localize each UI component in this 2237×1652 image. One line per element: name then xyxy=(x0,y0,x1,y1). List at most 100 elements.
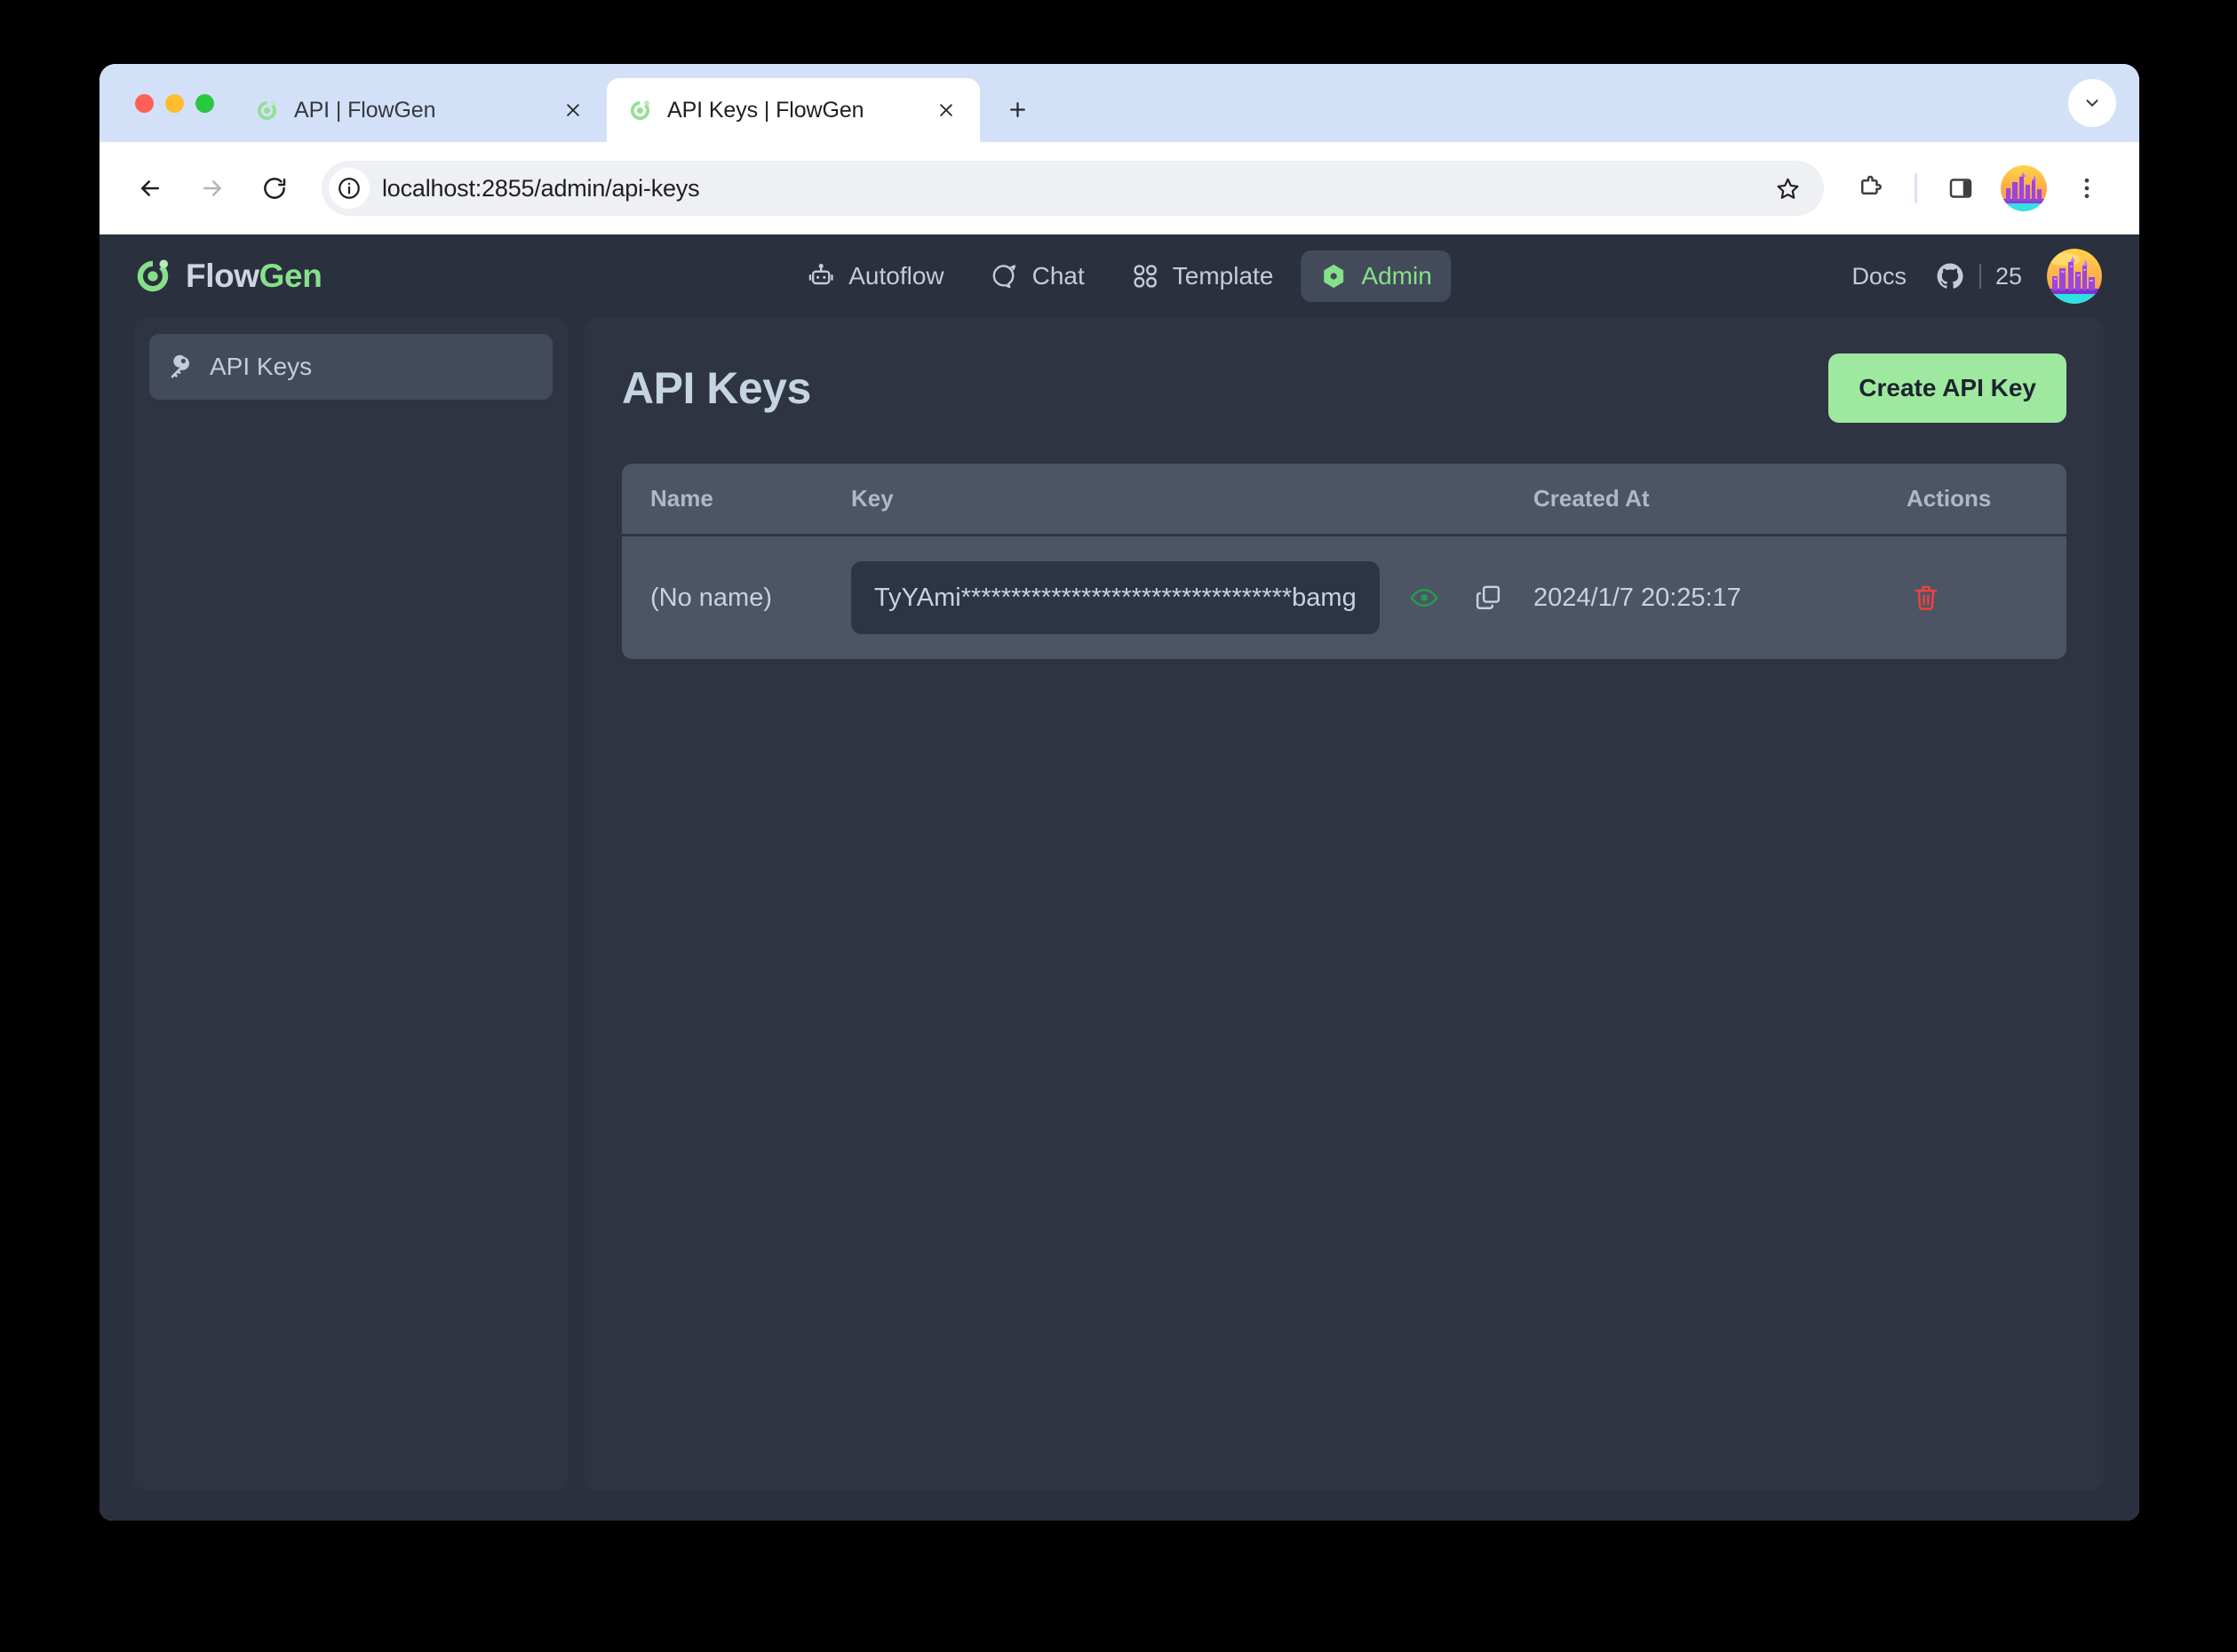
bookmark-button[interactable] xyxy=(1767,168,1808,209)
trash-icon xyxy=(1915,585,1938,610)
flowgen-favicon-icon xyxy=(630,99,650,120)
nav-item-chat-label: Chat xyxy=(1031,262,1085,290)
github-stars-link[interactable]: 25 xyxy=(1935,261,2022,291)
nav-item-template[interactable]: Template xyxy=(1112,250,1293,302)
page-title: API Keys xyxy=(622,363,811,413)
brand-logo[interactable]: FlowGen xyxy=(133,257,322,296)
flowgen-favicon-icon xyxy=(257,99,277,120)
browser-tab-1-title: API | FlowGen xyxy=(294,97,436,123)
minimize-window-button[interactable] xyxy=(165,93,184,113)
api-keys-table-body: (No name) TyYAmi************************… xyxy=(622,535,2066,660)
tab-search-button[interactable] xyxy=(2068,79,2116,127)
github-star-count: 25 xyxy=(1994,262,2022,290)
app-viewport: FlowGen Autoflow Chat Template Admin Doc… xyxy=(100,234,2139,1521)
forward-arrow-icon xyxy=(203,180,221,196)
nav-item-admin-label: Admin xyxy=(1361,262,1432,290)
cell-created-at: 2024/1/7 20:25:17 xyxy=(1533,535,1907,660)
app-navbar: FlowGen Autoflow Chat Template Admin Doc… xyxy=(100,234,2139,318)
nav-item-autoflow[interactable]: Autoflow xyxy=(788,250,962,302)
copy-key-button[interactable] xyxy=(1469,578,1508,617)
chevron-down-icon xyxy=(2086,99,2098,107)
back-arrow-icon xyxy=(141,180,159,196)
row-actions xyxy=(1907,578,2066,617)
cell-key-name: (No name) xyxy=(622,535,826,660)
toolbar-divider xyxy=(1915,173,1917,203)
browser-window: API | FlowGen API Keys | FlowGen localho… xyxy=(100,64,2139,1521)
sidebar-item-api-keys-label: API Keys xyxy=(210,353,313,380)
cell-actions xyxy=(1907,535,2066,660)
eye-icon xyxy=(1410,589,1438,608)
column-header-actions: Actions xyxy=(1907,464,2066,536)
create-api-key-button[interactable]: Create API Key xyxy=(1828,353,2066,423)
extensions-puzzle-icon xyxy=(1861,175,1882,195)
key-icon xyxy=(171,354,190,378)
chat-bubble-icon xyxy=(993,265,1016,289)
nav-item-chat[interactable]: Chat xyxy=(972,250,1103,302)
main-content-card: API Keys Create API Key Name Key Created… xyxy=(585,318,2104,1490)
app-body: API Keys API Keys Create API Key Name Ke… xyxy=(100,318,2139,1521)
nav-item-admin[interactable]: Admin xyxy=(1301,250,1451,302)
window-traffic-lights xyxy=(119,64,234,142)
close-tab-2-icon[interactable] xyxy=(932,96,960,124)
user-avatar[interactable] xyxy=(2047,249,2102,304)
flowgen-logo-icon xyxy=(137,259,169,292)
browser-profile-button[interactable] xyxy=(2001,165,2047,211)
close-tab-1-icon[interactable] xyxy=(559,96,587,124)
table-header-row: Name Key Created At Actions xyxy=(622,464,2066,536)
brand-gen-text: Gen xyxy=(259,258,322,294)
docs-link[interactable]: Docs xyxy=(1848,258,1910,296)
side-panel-icon xyxy=(1949,179,1972,198)
reload-icon xyxy=(264,178,286,199)
site-info-icon xyxy=(338,178,360,199)
bookmark-star-icon xyxy=(1777,178,1798,199)
close-window-button[interactable] xyxy=(135,93,154,113)
browser-tab-1[interactable]: API | FlowGen xyxy=(234,78,607,142)
hexagon-gem-icon xyxy=(1324,264,1344,289)
column-header-key: Key xyxy=(826,464,1533,536)
reload-button[interactable] xyxy=(247,161,302,216)
brand-name: FlowGen xyxy=(186,258,322,295)
cell-key-value: TyYAmi*********************************b… xyxy=(826,535,1533,660)
chrome-menu-button[interactable] xyxy=(2061,163,2113,214)
page-header: API Keys Create API Key xyxy=(622,353,2066,423)
address-bar-url: localhost:2855/admin/api-keys xyxy=(382,174,700,202)
nav-item-template-label: Template xyxy=(1172,262,1274,290)
site-info-button[interactable] xyxy=(329,168,370,209)
brand-flow-text: Flow xyxy=(186,258,259,294)
more-menu-icon xyxy=(2084,178,2090,199)
navbar-right: Docs 25 xyxy=(1848,249,2102,304)
table-row: (No name) TyYAmi************************… xyxy=(622,535,2066,660)
extensions-button[interactable] xyxy=(1845,163,1897,214)
column-header-created: Created At xyxy=(1533,464,1907,536)
primary-nav: Autoflow Chat Template Admin xyxy=(788,250,1451,302)
nav-item-autoflow-label: Autoflow xyxy=(848,262,944,290)
reveal-key-button[interactable] xyxy=(1405,578,1444,617)
api-keys-table: Name Key Created At Actions (No name) Ty… xyxy=(622,464,2066,660)
browser-toolbar: localhost:2855/admin/api-keys xyxy=(100,142,2139,234)
api-keys-table-header: Name Key Created At Actions xyxy=(622,464,2066,536)
maximize-window-button[interactable] xyxy=(195,93,214,113)
profile-avatar-icon xyxy=(2001,165,2047,211)
forward-button[interactable] xyxy=(185,161,240,216)
back-button[interactable] xyxy=(123,161,178,216)
masked-api-key: TyYAmi*********************************b… xyxy=(851,561,1380,635)
browser-tab-strip: API | FlowGen API Keys | FlowGen xyxy=(100,64,2139,142)
tabstrip-right-controls xyxy=(2068,64,2139,142)
browser-tab-2[interactable]: API Keys | FlowGen xyxy=(607,78,980,142)
side-panel-button[interactable] xyxy=(1935,163,1986,214)
sidebar-item-api-keys[interactable]: API Keys xyxy=(149,334,553,400)
avatar-image-icon xyxy=(2047,249,2102,304)
plus-icon xyxy=(1009,101,1025,117)
copy-icon xyxy=(1476,585,1500,610)
new-tab-button[interactable] xyxy=(992,84,1042,134)
github-icon xyxy=(1937,263,1963,289)
robot-icon xyxy=(808,264,833,285)
admin-sidebar: API Keys xyxy=(133,318,569,1490)
github-divider xyxy=(1978,264,1981,289)
key-cell-wrapper: TyYAmi*********************************b… xyxy=(851,561,1516,635)
column-header-name: Name xyxy=(622,464,826,536)
delete-key-button[interactable] xyxy=(1907,578,1946,617)
address-bar[interactable]: localhost:2855/admin/api-keys xyxy=(322,161,1824,216)
browser-tab-2-title: API Keys | FlowGen xyxy=(667,97,864,123)
grid-apps-icon xyxy=(1134,265,1157,288)
